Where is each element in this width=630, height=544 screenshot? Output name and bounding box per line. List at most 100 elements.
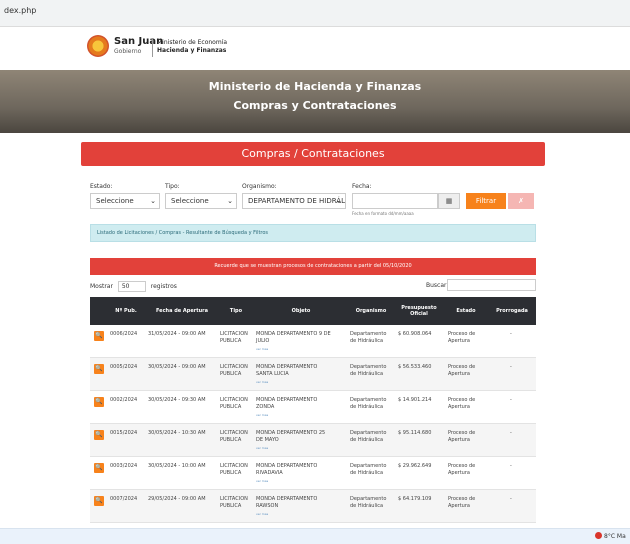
eraser-icon[interactable]: ✗: [508, 193, 534, 209]
cell-objeto-line2: ZONDA: [256, 404, 275, 410]
col-presupuesto[interactable]: Presupuesto Oficial: [394, 297, 444, 325]
info-bar: Listado de Licitaciones / Compras - Resu…: [90, 224, 536, 242]
page-banner: Ministerio de Hacienda y Finanzas Compra…: [0, 70, 630, 133]
cell-objeto: MONDA DEPARTAMENTO 25 DE MAYO ver mas: [256, 430, 348, 452]
col-tipo[interactable]: Tipo: [218, 297, 254, 325]
search-icon[interactable]: 🔍: [94, 496, 104, 506]
cell-tipo-line2: PUBLICA: [220, 437, 242, 443]
fecha-label: Fecha:: [352, 183, 372, 190]
alert-bar: Recuerde que se muestran procesos de con…: [90, 258, 536, 275]
estado-select[interactable]: Seleccione ⌄: [90, 193, 160, 209]
san-juan-logo-icon[interactable]: [87, 35, 109, 57]
brand-divider: [152, 38, 153, 57]
col-estado[interactable]: Estado: [444, 297, 488, 325]
cell-objeto-line2: DE MAYO: [256, 437, 279, 443]
cell-organismo: Departamentode Hidráulica: [350, 463, 386, 477]
cell-organismo-line1: Departamento: [350, 331, 387, 337]
cell-estado-line2: Apertura: [448, 371, 470, 377]
cell-fecha: 30/05/2024 - 10:30 AM: [148, 430, 206, 436]
results-table: Nº Pub. Fecha de Apertura Tipo Objeto Or…: [90, 297, 536, 544]
calendar-icon[interactable]: ▦: [438, 193, 460, 209]
cell-objeto: MONDA DEPARTAMENTO ZONDA ver mas: [256, 397, 348, 419]
col-objeto[interactable]: Objeto: [254, 297, 348, 325]
search-icon[interactable]: 🔍: [94, 364, 104, 374]
brand-name: San Juan: [114, 36, 164, 47]
search-icon[interactable]: 🔍: [94, 331, 104, 341]
cell-organismo-line2: de Hidráulica: [350, 470, 384, 476]
table-row: 🔍 0002/2024 30/05/2024 - 09:30 AM LICITACIO…: [90, 391, 536, 424]
cell-tipo-line1: LICITACION: [220, 430, 248, 436]
ministry-line2: Hacienda y Finanzas: [157, 47, 227, 54]
ver-mas-link[interactable]: ver mas: [256, 511, 348, 518]
cell-estado-line2: Apertura: [448, 437, 470, 443]
cell-presupuesto: $ 64.179.109: [398, 496, 432, 502]
col-organismo[interactable]: Organismo: [348, 297, 394, 325]
search-icon[interactable]: 🔍: [94, 397, 104, 407]
search-input[interactable]: [447, 279, 536, 291]
fecha-input[interactable]: [352, 193, 438, 209]
cell-objeto-line1: MONDA DEPARTAMENTO: [256, 397, 318, 403]
table-body: 🔍 0006/2024 31/05/2024 - 09:00 AM LICITACIO…: [90, 325, 536, 544]
cell-organismo-line2: de Hidráulica: [350, 404, 384, 410]
cell-organismo-line2: de Hidráulica: [350, 503, 384, 509]
ver-mas-link[interactable]: ver mas: [256, 379, 348, 386]
cell-organismo: Departamentode Hidráulica: [350, 364, 386, 378]
cell-tipo: LICITACIONPUBLICA: [220, 331, 248, 345]
show-label: Mostrar: [90, 283, 113, 290]
cell-estado: Proceso deApertura: [448, 496, 475, 510]
col-prorrogada[interactable]: Prorrogada: [488, 297, 536, 325]
tipo-select[interactable]: Seleccione ⌄: [165, 193, 237, 209]
table-row: 🔍 0007/2024 29/05/2024 - 09:00 AM LICITACIO…: [90, 490, 536, 523]
ministry-line1: Ministerio de Economía: [157, 39, 228, 46]
cell-tipo-line1: LICITACION: [220, 364, 248, 370]
cell-objeto-line1: MONDA DEPARTAMENTO 25: [256, 430, 326, 436]
cell-estado-line1: Proceso de: [448, 430, 476, 436]
cell-objeto: MONDA DEPARTAMENTO RIVADAVIA ver mas: [256, 463, 348, 485]
weather-text[interactable]: 8°C Ma: [604, 533, 626, 540]
cell-fecha: 29/05/2024 - 09:00 AM: [148, 496, 206, 502]
cell-organismo-line2: de Hidráulica: [350, 437, 384, 443]
cell-num: 0015/2024: [110, 430, 138, 436]
cell-num: 0003/2024: [110, 463, 138, 469]
cell-estado-line1: Proceso de: [448, 331, 476, 337]
col-num[interactable]: Nº Pub.: [108, 297, 144, 325]
cell-objeto: MONDA DEPARTAMENTO SANTA LUCIA ver mas: [256, 364, 348, 386]
cell-estado-line2: Apertura: [448, 503, 470, 509]
cell-organismo: Departamentode Hidráulica: [350, 397, 386, 411]
col-fecha[interactable]: Fecha de Apertura: [146, 297, 218, 325]
chevron-down-icon: ⌄: [227, 197, 233, 205]
cell-num: 0002/2024: [110, 397, 138, 403]
weather-alert-icon[interactable]: [595, 532, 602, 539]
cell-prorrogada: -: [510, 331, 512, 337]
cell-organismo-line1: Departamento: [350, 430, 387, 436]
cell-tipo-line1: LICITACION: [220, 463, 248, 469]
banner-title: Ministerio de Hacienda y Finanzas: [208, 80, 422, 93]
cell-tipo: LICITACIONPUBLICA: [220, 496, 248, 510]
show-entries: Mostrar 50 registros: [90, 281, 177, 292]
search-icon[interactable]: 🔍: [94, 430, 104, 440]
ver-mas-link[interactable]: ver mas: [256, 412, 348, 419]
cell-organismo: Departamentode Hidráulica: [350, 430, 386, 444]
url-text: dex.php: [4, 6, 37, 15]
records-label: registros: [150, 283, 177, 290]
organismo-select[interactable]: DEPARTAMENTO DE HIDRÁL ⌄: [242, 193, 346, 209]
brand-sub: Gobierno: [114, 48, 142, 55]
cell-fecha: 30/05/2024 - 09:00 AM: [148, 364, 206, 370]
show-entries-select[interactable]: 50: [117, 281, 146, 292]
ver-mas-link[interactable]: ver mas: [256, 445, 348, 452]
cell-estado-line1: Proceso de: [448, 496, 476, 502]
ver-mas-link[interactable]: ver mas: [256, 478, 348, 485]
cell-estado: Proceso deApertura: [448, 397, 475, 411]
cell-presupuesto: $ 56.533.460: [398, 364, 432, 370]
cell-num: 0007/2024: [110, 496, 138, 502]
address-bar[interactable]: dex.php: [0, 0, 630, 27]
ver-mas-link[interactable]: ver mas: [256, 346, 348, 353]
organismo-value: DEPARTAMENTO DE HIDRÁL: [248, 197, 345, 205]
search-icon[interactable]: 🔍: [94, 463, 104, 473]
cell-objeto-line1: MONDA DEPARTAMENTO 9 DE: [256, 331, 331, 337]
estado-label: Estado:: [90, 183, 113, 190]
filter-button[interactable]: Filtrar: [466, 193, 506, 209]
cell-estado: Proceso deApertura: [448, 430, 475, 444]
cell-presupuesto: $ 14.901.214: [398, 397, 432, 403]
cell-objeto: MONDA DEPARTAMENTO 9 DE JULIO ver mas: [256, 331, 348, 353]
